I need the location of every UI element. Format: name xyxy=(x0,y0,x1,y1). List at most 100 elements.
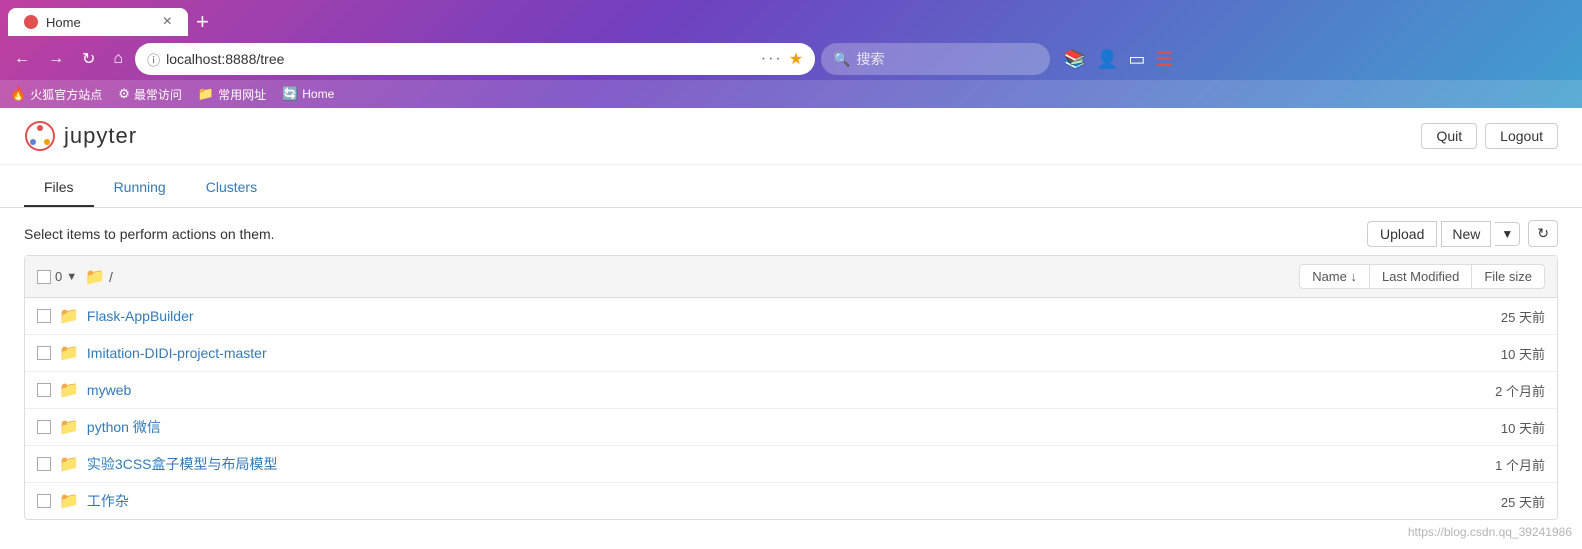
bookmark-visited-label: 最常访问 xyxy=(134,86,182,103)
file-checkbox-1[interactable] xyxy=(37,346,51,360)
root-path-label: / xyxy=(109,269,113,285)
jupyter-content: jupyter Quit Logout Files Running Cluste… xyxy=(0,108,1582,528)
search-input[interactable] xyxy=(857,51,1038,67)
table-row: 📁 Imitation-DIDI-project-master 10 天前 xyxy=(25,335,1557,372)
selected-count: 0 xyxy=(55,269,62,284)
file-link-4[interactable]: 实验3CSS盒子模型与布局模型 xyxy=(87,454,1457,474)
file-date-3: 10 天前 xyxy=(1465,418,1545,437)
file-link-3[interactable]: python 微信 xyxy=(87,417,1457,437)
bookmark-foxfire-label: 火狐官方站点 xyxy=(30,86,102,103)
select-info: Select items to perform actions on them. xyxy=(24,226,275,242)
active-tab[interactable]: Home × xyxy=(8,8,188,36)
menu-icon[interactable]: ☰ xyxy=(1155,47,1173,72)
jupyter-logo: jupyter xyxy=(24,120,137,152)
file-checkbox-5[interactable] xyxy=(37,494,51,508)
bookmark-star-icon[interactable]: ★ xyxy=(789,49,803,69)
toolbar-right: Upload New ▼ ↻ xyxy=(1367,220,1558,247)
folder-icon-2: 📁 xyxy=(59,380,79,400)
file-checkbox-0[interactable] xyxy=(37,309,51,323)
select-dropdown-icon[interactable]: ▼ xyxy=(66,271,77,283)
jupyter-header: jupyter Quit Logout xyxy=(0,108,1582,165)
info-icon: ⓘ xyxy=(147,50,160,69)
sidebar-icon[interactable]: ▭ xyxy=(1128,49,1145,70)
browser-chrome: Home × + ← → ↻ ⌂ ⓘ ··· ★ 🔍 📚 👤 ▭ ☰ 🔥 xyxy=(0,0,1582,108)
file-checkbox-2[interactable] xyxy=(37,383,51,397)
file-date-5: 25 天前 xyxy=(1465,492,1545,511)
file-checkbox-4[interactable] xyxy=(37,457,51,471)
quit-button[interactable]: Quit xyxy=(1421,123,1477,149)
bookmark-common[interactable]: 📁 常用网址 xyxy=(198,86,266,103)
tab-close-icon[interactable]: × xyxy=(163,14,172,30)
table-row: 📁 myweb 2 个月前 xyxy=(25,372,1557,409)
sort-buttons: Name ↓ Last Modified File size xyxy=(1299,264,1545,289)
watermark: https://blog.csdn.qq_39241986 xyxy=(1408,525,1572,539)
tab-clusters[interactable]: Clusters xyxy=(186,169,277,207)
file-checkbox-3[interactable] xyxy=(37,420,51,434)
jupyter-logo-icon xyxy=(24,120,56,152)
file-link-1[interactable]: Imitation-DIDI-project-master xyxy=(87,345,1457,361)
new-button[interactable]: New xyxy=(1441,221,1491,247)
tabs-bar: Files Running Clusters xyxy=(0,169,1582,208)
tab-files[interactable]: Files xyxy=(24,169,94,207)
file-link-2[interactable]: myweb xyxy=(87,382,1457,398)
current-path: 📁 / xyxy=(85,267,113,287)
select-all-checkbox[interactable] xyxy=(37,270,51,284)
visited-icon: ⚙ xyxy=(118,86,130,102)
jupyter-title: jupyter xyxy=(64,123,137,149)
tab-title: Home xyxy=(46,15,81,30)
new-tab-button[interactable]: + xyxy=(196,11,209,33)
home-bookmark-icon: 🔄 xyxy=(282,86,298,102)
table-row: 📁 工作杂 25 天前 xyxy=(25,483,1557,519)
file-link-0[interactable]: Flask-AppBuilder xyxy=(87,308,1457,324)
search-bar-wrapper: 🔍 xyxy=(821,43,1049,75)
logout-button[interactable]: Logout xyxy=(1485,123,1558,149)
address-bar-wrapper: ⓘ ··· ★ xyxy=(135,43,815,75)
bookmark-visited[interactable]: ⚙ 最常访问 xyxy=(118,86,182,103)
bookmark-common-label: 常用网址 xyxy=(218,86,266,103)
bookmark-home-label: Home xyxy=(302,87,334,101)
upload-button[interactable]: Upload xyxy=(1367,221,1437,247)
file-date-0: 25 天前 xyxy=(1465,307,1545,326)
folder-icon-1: 📁 xyxy=(59,343,79,363)
new-dropdown-button[interactable]: ▼ xyxy=(1495,222,1520,246)
sort-size-button[interactable]: File size xyxy=(1472,264,1545,289)
new-button-label: New xyxy=(1452,226,1480,242)
bookmarks-bar: 🔥 火狐官方站点 ⚙ 最常访问 📁 常用网址 🔄 Home xyxy=(0,80,1582,108)
library-icon[interactable]: 📚 xyxy=(1064,49,1086,70)
folder-icon-5: 📁 xyxy=(59,491,79,511)
table-row: 📁 实验3CSS盒子模型与布局模型 1 个月前 xyxy=(25,446,1557,483)
forward-button[interactable]: → xyxy=(42,46,70,72)
back-button[interactable]: ← xyxy=(8,46,36,72)
search-icon: 🔍 xyxy=(833,51,850,68)
refresh-button[interactable]: ↻ xyxy=(76,45,101,73)
tab-running[interactable]: Running xyxy=(94,169,186,207)
account-icon[interactable]: 👤 xyxy=(1096,49,1118,70)
folder-icon-4: 📁 xyxy=(59,454,79,474)
file-date-2: 2 个月前 xyxy=(1465,381,1545,400)
file-date-4: 1 个月前 xyxy=(1465,455,1545,474)
sort-name-button[interactable]: Name ↓ xyxy=(1299,264,1370,289)
more-icon[interactable]: ··· xyxy=(761,50,783,68)
refresh-files-button[interactable]: ↻ xyxy=(1528,220,1558,247)
tab-favicon-icon xyxy=(24,15,38,29)
bookmark-foxfire[interactable]: 🔥 火狐官方站点 xyxy=(10,86,102,103)
folder-icon-0: 📁 xyxy=(59,306,79,326)
sort-modified-button[interactable]: Last Modified xyxy=(1370,264,1472,289)
address-input[interactable] xyxy=(166,51,755,67)
content-area: Select items to perform actions on them.… xyxy=(0,208,1582,520)
file-table: 0 ▼ 📁 / Name ↓ Last Modified File size 📁… xyxy=(24,255,1558,520)
header-buttons: Quit Logout xyxy=(1421,123,1558,149)
folder-bookmark-icon: 📁 xyxy=(198,86,214,102)
home-button[interactable]: ⌂ xyxy=(107,46,129,72)
folder-header-icon: 📁 xyxy=(85,267,105,287)
file-link-5[interactable]: 工作杂 xyxy=(87,491,1457,511)
bookmark-home[interactable]: 🔄 Home xyxy=(282,86,334,102)
table-row: 📁 python 微信 10 天前 xyxy=(25,409,1557,446)
fox-icon: 🔥 xyxy=(10,86,26,102)
tab-bar: Home × + xyxy=(0,0,1582,38)
file-date-1: 10 天前 xyxy=(1465,344,1545,363)
select-all-area: 0 ▼ xyxy=(37,269,77,284)
content-toolbar: Select items to perform actions on them.… xyxy=(24,208,1558,255)
toolbar-icons: 📚 👤 ▭ ☰ xyxy=(1064,47,1174,72)
nav-bar: ← → ↻ ⌂ ⓘ ··· ★ 🔍 📚 👤 ▭ ☰ xyxy=(0,38,1582,80)
